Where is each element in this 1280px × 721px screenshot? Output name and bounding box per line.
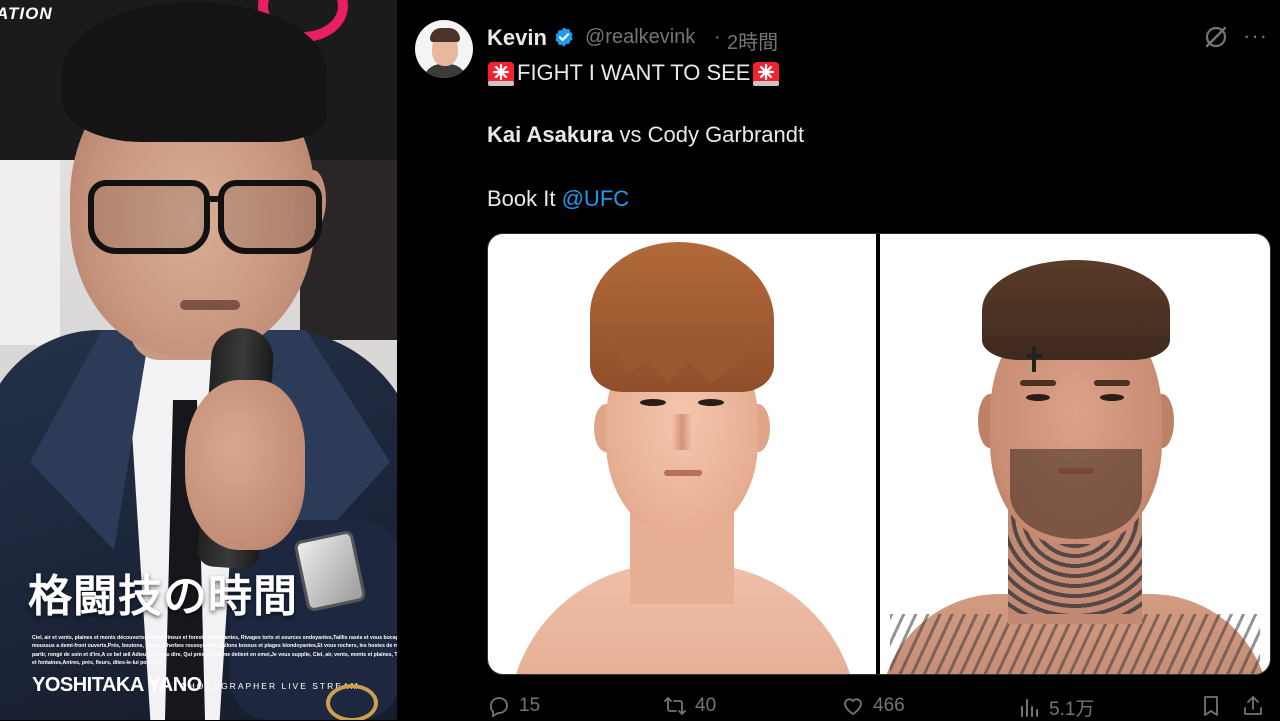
fighter-two-face-tattoo [1026, 354, 1042, 358]
fighter-two-hair [982, 260, 1170, 360]
author-handle[interactable]: @realkevink [585, 26, 695, 49]
overlay-poem-text: Ciel, air et vents, plaines et monts déc… [32, 635, 397, 667]
tweet-media-grid [487, 233, 1271, 675]
fighter-one-eye [640, 399, 666, 406]
fighter-one-name: Kai Asakura [487, 122, 614, 147]
author-name[interactable]: Kevin [487, 25, 547, 51]
backdrop-light-panel [0, 160, 60, 345]
matchup-text: vs Cody Garbrandt [613, 122, 805, 147]
views-button[interactable]: 5.1万 [1017, 694, 1094, 721]
ufc-mention-link[interactable]: @UFC [562, 186, 630, 211]
author-avatar[interactable] [415, 20, 473, 78]
fighter-two-eye [1026, 394, 1050, 401]
fighter-two-brow [1094, 380, 1130, 386]
speaker-hand [185, 380, 305, 550]
avatar-hair [430, 28, 460, 42]
speaker-mouth [180, 300, 240, 310]
tweet-text-line-1: FIGHT I WANT TO SEE [487, 59, 780, 87]
speaker-glasses-left [88, 180, 210, 254]
speaker-glasses-bridge [204, 196, 222, 202]
avatar-shirt [423, 64, 467, 78]
fighter-two-brow [1020, 380, 1056, 386]
fighter-one-mouth [664, 470, 702, 476]
rotating-light-icon [753, 62, 780, 86]
heart-icon [844, 698, 862, 716]
fighter-one-hair [590, 242, 774, 392]
meta-separator: · [714, 26, 721, 48]
tweet-action-bar: 15 40 466 5.1万 [487, 690, 1269, 720]
views-count: 5.1万 [1049, 699, 1095, 720]
grok-icon[interactable] [1203, 24, 1229, 50]
views-icon [1021, 698, 1038, 717]
speaker-hair [62, 2, 327, 142]
like-button[interactable]: 466 [841, 694, 905, 718]
media-image-cody-garbrandt[interactable] [880, 234, 1270, 674]
photographer-name: YOSHITAKA YANO [32, 674, 202, 696]
banner-logo-text: ATION [0, 4, 53, 23]
fighter-two-beard [1010, 449, 1142, 539]
tweet-text-line-2: Kai Asakura vs Cody Garbrandt [487, 122, 804, 148]
ring-ornament [326, 684, 378, 720]
tweet-text-line-3: Book It @UFC [487, 186, 629, 212]
retweet-count: 40 [695, 695, 717, 716]
fighter-two-face-tattoo [1032, 346, 1036, 372]
like-count: 466 [873, 695, 905, 716]
bookmark-button[interactable] [1199, 694, 1231, 718]
share-button[interactable] [1241, 694, 1273, 718]
fighter-two-mouth [1058, 468, 1094, 474]
retweet-icon [664, 697, 686, 715]
reply-button[interactable]: 15 [487, 694, 540, 718]
retweet-button[interactable]: 40 [663, 694, 716, 718]
reply-icon [490, 697, 508, 718]
tweet-headline: FIGHT I WANT TO SEE [517, 60, 751, 85]
rotating-light-icon [488, 62, 514, 86]
reply-count: 15 [519, 695, 541, 716]
media-image-kai-asakura[interactable] [488, 234, 876, 674]
speaker-glasses-right [218, 180, 322, 254]
fighter-one-nose [672, 414, 692, 450]
show-title: 格闘技の時間 [28, 572, 298, 621]
tweet-timestamp[interactable]: 2時間 [727, 26, 778, 55]
fighter-one-eye [698, 399, 724, 406]
more-icon[interactable]: ··· [1243, 23, 1268, 49]
tweet-card: Kevin @realkevink · 2時間 ··· FIGHT I WANT… [397, 0, 1280, 720]
broadcast-photo-panel: ATION 格闘技の時間 Ciel, air et vents, plaines… [0, 0, 397, 720]
bookmark-icon [1204, 696, 1218, 716]
verified-badge-icon [555, 27, 573, 47]
share-icon [1244, 696, 1262, 715]
fighter-two-eye [1100, 394, 1124, 401]
book-it-text: Book It [487, 186, 562, 211]
